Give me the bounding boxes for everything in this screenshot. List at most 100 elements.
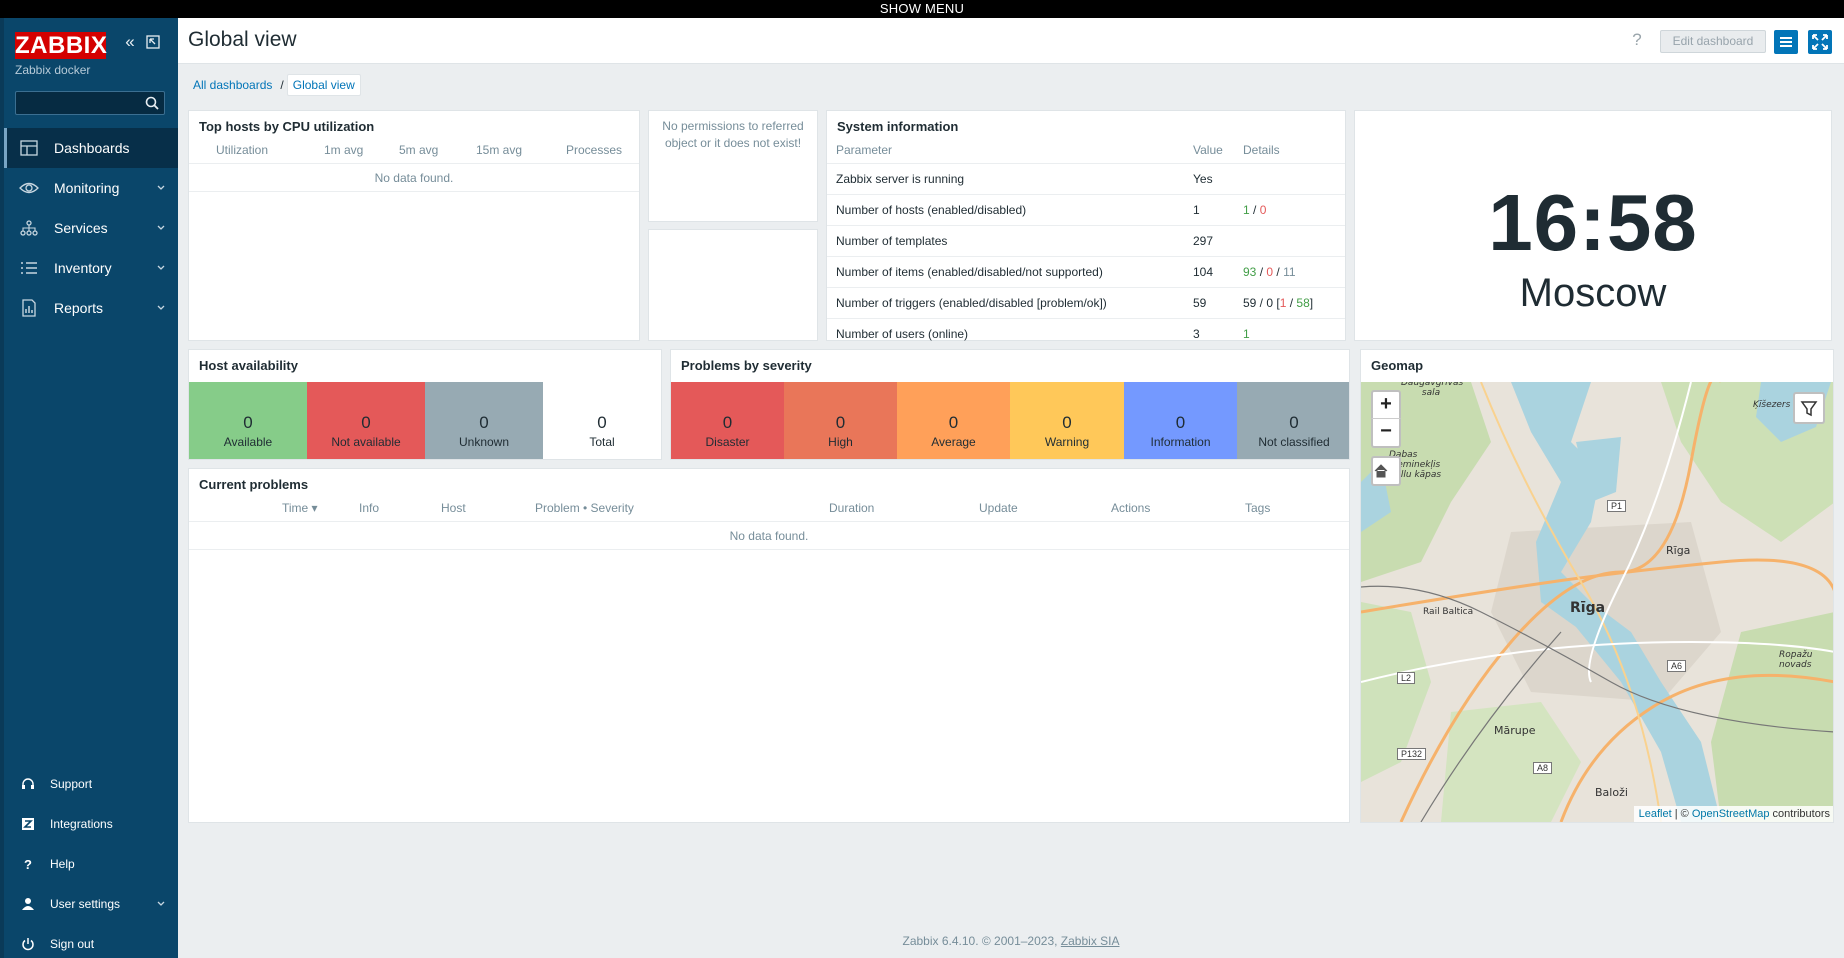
breadcrumb-current[interactable]: Global view	[286, 74, 361, 96]
menu-item-support[interactable]: Support	[4, 764, 178, 804]
detail-separator: /	[1249, 203, 1260, 217]
tile-count: 0	[1062, 413, 1072, 432]
list-icon	[18, 259, 40, 277]
chevron-down-icon	[157, 225, 165, 230]
tile-label: High	[828, 435, 853, 449]
menu-item-dashboards[interactable]: Dashboards	[4, 128, 178, 168]
main-content: Global view ? Edit dashboard All dashboa…	[178, 18, 1844, 958]
severity-high[interactable]: 0 High	[784, 382, 897, 459]
availability-available[interactable]: 0 Available	[189, 382, 307, 459]
severity-not-classified[interactable]: 0 Not classified	[1237, 382, 1349, 459]
map-canvas[interactable]: Daugavgrīvas sala Ķīšezers Dabas piemine…	[1361, 382, 1833, 822]
help-icon[interactable]: ?	[1626, 29, 1648, 51]
severity-disaster[interactable]: 0 Disaster	[671, 382, 784, 459]
detail-separator: /	[1273, 265, 1284, 279]
column-header: Problem • Severity	[535, 501, 634, 515]
detail-enabled: 1	[1243, 203, 1250, 217]
breadcrumb-separator: /	[280, 78, 284, 92]
clock-timezone: Moscow	[1519, 271, 1667, 315]
problems-table: Time ▾ Info Host Problem • Severity Dura…	[189, 495, 1349, 521]
chevron-down-icon	[157, 265, 165, 270]
menu-item-integrations[interactable]: Integrations	[4, 804, 178, 844]
detail-enabled: 93	[1243, 265, 1257, 279]
availability-total[interactable]: 0 Total	[543, 382, 661, 459]
map-attribution: Leaflet | © OpenStreetMap contributors	[1633, 806, 1833, 822]
severity-information[interactable]: 0 Information	[1124, 382, 1237, 459]
menu-item-services[interactable]: Services	[4, 208, 178, 248]
details-cell: 59 / 0 [1 / 58]	[1243, 287, 1345, 319]
map-filter-button[interactable]	[1793, 392, 1825, 424]
detail-separator: /	[1286, 296, 1297, 310]
severity-warning[interactable]: 0 Warning	[1010, 382, 1124, 459]
widget-title: Problems by severity	[681, 358, 812, 373]
fullscreen-button[interactable]	[1808, 30, 1832, 54]
integrations-icon	[20, 816, 36, 832]
page-header: Global view ? Edit dashboard	[178, 18, 1844, 64]
menu-item-inventory[interactable]: Inventory	[4, 248, 178, 288]
search-icon[interactable]	[144, 95, 160, 111]
menu-item-sign-out[interactable]: Sign out	[4, 924, 178, 958]
road-shield: A6	[1667, 660, 1687, 672]
widget-title: Top hosts by CPU utilization	[199, 119, 375, 134]
widget-empty	[648, 229, 818, 341]
zabbix-logo[interactable]: ZABBIX	[15, 32, 107, 59]
dashboard-actions-button[interactable]	[1774, 30, 1798, 54]
tile-count: 0	[597, 413, 607, 432]
widget-system-information: System information Parameter Value Detai…	[826, 110, 1346, 350]
zoom-out-button[interactable]: −	[1371, 418, 1401, 448]
value-cell: 297	[1193, 225, 1243, 257]
footer-link[interactable]: Zabbix SIA	[1061, 934, 1120, 948]
value-cell: 104	[1193, 256, 1243, 288]
home-view-button[interactable]	[1371, 456, 1401, 486]
table-row: Number of triggers (enabled/disabled [pr…	[827, 287, 1345, 319]
show-menu-banner[interactable]: SHOW MENU	[0, 0, 1844, 18]
dashboards-icon	[18, 139, 40, 157]
system-info-rows: Zabbix server is running Yes Number of h…	[827, 163, 1345, 350]
column-header-time[interactable]: Time ▾	[189, 495, 359, 521]
menu-item-monitoring[interactable]: Monitoring	[4, 168, 178, 208]
availability-not-available[interactable]: 0 Not available	[307, 382, 425, 459]
menu-item-label: Services	[54, 220, 108, 236]
server-name: Zabbix docker	[15, 63, 91, 77]
column-header: Processes	[566, 143, 623, 157]
zoom-in-button[interactable]: +	[1371, 390, 1401, 420]
road-shield: L2	[1397, 672, 1416, 684]
no-permissions-message: No permissions to referred object or it …	[662, 119, 804, 150]
chevron-down-icon	[157, 185, 165, 190]
system-info-table: Parameter Value Details	[827, 137, 1345, 163]
headset-icon	[20, 776, 36, 792]
bottom-menu: Support Integrations ? Help User setting…	[4, 764, 178, 958]
map-place-label: Ropažu novads	[1779, 650, 1813, 670]
hide-sidebar-icon[interactable]	[145, 34, 161, 50]
param-cell: Number of hosts (enabled/disabled)	[827, 194, 1193, 226]
value-cell: 59	[1193, 287, 1243, 319]
eye-icon	[18, 179, 40, 197]
menu-item-label: User settings	[50, 897, 121, 911]
widget-title: System information	[837, 119, 959, 134]
map-place-label: Mārupe	[1494, 724, 1536, 737]
availability-unknown[interactable]: 0 Unknown	[425, 382, 543, 459]
no-data-message: No data found.	[189, 521, 1349, 550]
severity-average[interactable]: 0 Average	[897, 382, 1010, 459]
menu-item-reports[interactable]: Reports	[4, 288, 178, 328]
map-place-label: Daugavgrīvas sala	[1401, 382, 1464, 398]
chevron-down-icon	[157, 305, 165, 310]
breadcrumb-all-dashboards[interactable]: All dashboards	[188, 75, 277, 95]
edit-dashboard-button[interactable]: Edit dashboard	[1660, 30, 1766, 53]
leaflet-link[interactable]: Leaflet	[1639, 808, 1672, 820]
map-place-label: Rail Baltica	[1423, 607, 1474, 617]
column-header: Tags	[1245, 501, 1271, 515]
table-row: Number of templates 297	[827, 225, 1345, 257]
widget-title: Geomap	[1371, 358, 1424, 373]
widget-title: Current problems	[199, 477, 309, 492]
fullscreen-icon	[1812, 34, 1828, 50]
collapse-sidebar-icon[interactable]: «	[121, 33, 139, 51]
menu-item-user-settings[interactable]: User settings	[4, 884, 178, 924]
tile-count: 0	[243, 413, 253, 432]
tile-count: 0	[479, 413, 489, 432]
column-header: Value	[1193, 143, 1223, 157]
osm-link[interactable]: OpenStreetMap	[1692, 808, 1770, 820]
menu-item-help[interactable]: ? Help	[4, 844, 178, 884]
search-input[interactable]	[16, 92, 134, 114]
tile-label: Disaster	[705, 435, 750, 449]
